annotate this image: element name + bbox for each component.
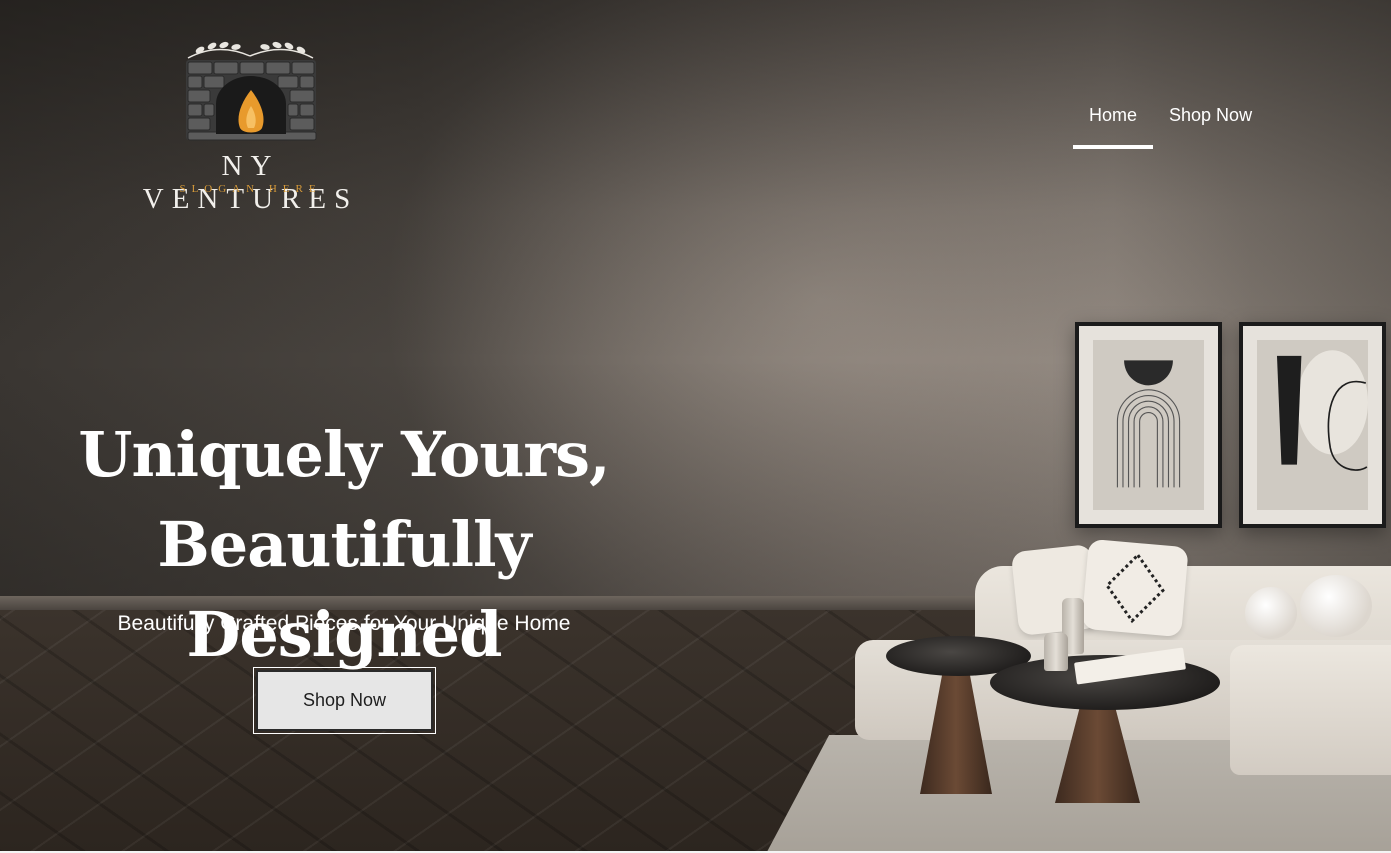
decor-ball xyxy=(1300,575,1372,637)
site-logo[interactable]: NY VENTURES SLOGAN HERE xyxy=(118,38,383,215)
shop-now-button[interactable]: Shop Now xyxy=(253,667,436,734)
hero-subheadline: Beautifully Crafted Pieces for Your Uniq… xyxy=(117,612,571,635)
main-nav: Home Shop Now xyxy=(1073,103,1268,151)
hero-section: NY VENTURES SLOGAN HERE Home Shop Now Un… xyxy=(0,0,1391,853)
brand-slogan: SLOGAN HERE xyxy=(179,183,322,195)
decor-ball xyxy=(1245,587,1297,639)
hero-headline-line2: Beautifully Designed xyxy=(157,508,531,671)
vase xyxy=(1044,633,1068,671)
hero-headline: Uniquely Yours, Beautifully Designed xyxy=(0,410,688,680)
nav-item-shop-now[interactable]: Shop Now xyxy=(1153,103,1268,149)
pillow xyxy=(1081,538,1189,638)
shop-now-button-label: Shop Now xyxy=(256,670,433,731)
sofa-chaise xyxy=(1230,645,1391,775)
wall-art-right xyxy=(1239,322,1386,528)
wall-art-left xyxy=(1075,322,1222,528)
hero-headline-line1: Uniquely Yours, xyxy=(78,418,610,491)
fireplace-icon xyxy=(186,41,317,141)
nav-item-home[interactable]: Home xyxy=(1073,103,1154,149)
